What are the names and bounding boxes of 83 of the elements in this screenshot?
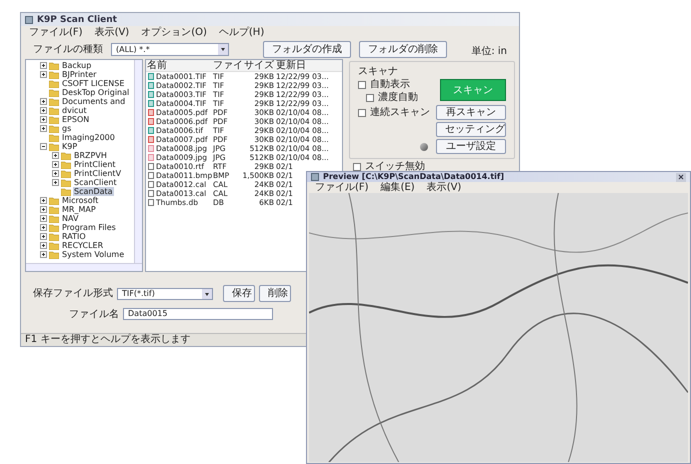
folder-item[interactable]: ScanClient: [73, 178, 118, 187]
expand-icon[interactable]: [52, 170, 59, 177]
window-title: Preview [C:\K9P\ScanData\Data0014.tif]: [323, 172, 504, 182]
file-name-field[interactable]: Data0015: [123, 308, 273, 320]
checkbox-label: スイッチ無効: [365, 161, 425, 172]
folder-item[interactable]: Program Files: [61, 223, 117, 232]
button[interactable]: セッティング: [436, 122, 506, 137]
button[interactable]: 保存: [223, 285, 255, 302]
app-icon: [311, 173, 319, 181]
save-format-dropdown[interactable]: TIF(*.tif): [117, 288, 213, 300]
button[interactable]: 削除: [259, 285, 291, 302]
expand-icon[interactable]: [52, 179, 59, 186]
folder-item[interactable]: MR_MAP: [61, 205, 97, 214]
folder-item[interactable]: Microsoft: [61, 196, 100, 205]
horizontal-scrollbar[interactable]: [26, 263, 142, 271]
folder-item[interactable]: Imaging2000: [61, 133, 116, 142]
expand-icon[interactable]: [40, 215, 47, 222]
expand-icon[interactable]: [40, 116, 47, 123]
expand-icon[interactable]: [40, 98, 47, 105]
button[interactable]: ユーザ設定: [436, 139, 506, 154]
file-type-dropdown[interactable]: (ALL) *.*: [111, 42, 229, 56]
expand-icon[interactable]: [52, 161, 59, 168]
folder-item[interactable]: PrintClient: [73, 160, 117, 169]
expand-icon[interactable]: [52, 152, 59, 159]
checkbox[interactable]: [358, 108, 366, 116]
folder-item[interactable]: Backup: [61, 61, 92, 70]
checkbox-label: 自動表示: [370, 79, 410, 90]
menu-item[interactable]: 表示(V): [94, 27, 130, 38]
button[interactable]: 再スキャン: [436, 105, 506, 120]
unit-label: 単位: in: [471, 46, 507, 56]
expand-icon[interactable]: [40, 197, 47, 204]
save-format-label: 保存ファイル形式: [33, 288, 113, 299]
column-header[interactable]: 名前: [146, 60, 212, 72]
folder-item[interactable]: dvicut: [61, 106, 88, 115]
folder-item[interactable]: DeskTop Original: [61, 88, 130, 97]
vertical-scrollbar[interactable]: [134, 60, 142, 263]
folder-item[interactable]: EPSON: [61, 115, 90, 124]
file-name-label: ファイル名: [69, 308, 119, 320]
menu-item[interactable]: ファイル(F): [315, 182, 369, 193]
menu-item[interactable]: オプション(O): [141, 27, 207, 38]
app-icon: [25, 16, 33, 24]
folder-item[interactable]: PrintClientV: [73, 169, 122, 178]
close-icon: [678, 174, 684, 180]
button[interactable]: フォルダの作成: [263, 40, 351, 58]
folder-item[interactable]: K9P: [61, 142, 78, 151]
column-header[interactable]: ファイ: [212, 60, 243, 72]
expand-icon[interactable]: [40, 107, 47, 114]
checkbox[interactable]: [358, 80, 366, 88]
column-header[interactable]: サイズ: [243, 60, 275, 72]
expand-icon[interactable]: [40, 224, 47, 231]
folder-item[interactable]: ScanData: [73, 187, 114, 196]
status-indicator-icon: [420, 142, 428, 150]
folder-item[interactable]: RATIO: [61, 232, 87, 241]
expand-icon[interactable]: [40, 242, 47, 249]
menu-item[interactable]: ヘルプ(H): [218, 27, 264, 38]
checkbox[interactable]: [366, 94, 374, 102]
folder-item[interactable]: NAV: [61, 214, 80, 223]
folder-item[interactable]: Documents and: [61, 97, 126, 106]
window-title: K9P Scan Client: [37, 14, 117, 24]
expand-icon[interactable]: [40, 206, 47, 213]
button[interactable]: フォルダの削除: [359, 40, 447, 58]
file-type-label: ファイルの種類: [33, 44, 103, 54]
checkbox-label: 濃度自動: [378, 92, 418, 103]
folder-item[interactable]: CSOFT LICENSE: [61, 79, 126, 88]
expand-icon[interactable]: [40, 62, 47, 69]
folder-item[interactable]: gs: [61, 124, 72, 133]
expand-icon[interactable]: [40, 233, 47, 240]
menu-item[interactable]: 表示(V): [426, 182, 462, 193]
folder-item[interactable]: BJPrinter: [61, 70, 98, 79]
menu-item[interactable]: ファイル(F): [29, 27, 83, 38]
checkbox-label: 連続スキャン: [370, 107, 430, 118]
expand-icon[interactable]: [40, 125, 47, 132]
folder-item[interactable]: BRZPVH: [73, 151, 108, 160]
folder-item[interactable]: System Volume: [61, 250, 126, 259]
menu-item[interactable]: 編集(E): [380, 182, 415, 193]
column-header[interactable]: 更新日: [275, 60, 342, 72]
folder-item[interactable]: RECYCLER: [61, 241, 104, 250]
group-title: スキャナ: [358, 66, 399, 77]
collapse-icon[interactable]: [40, 143, 47, 150]
close-button[interactable]: [676, 172, 686, 182]
expand-icon[interactable]: [40, 251, 47, 258]
expand-icon[interactable]: [40, 71, 47, 78]
checkbox[interactable]: [353, 162, 361, 170]
